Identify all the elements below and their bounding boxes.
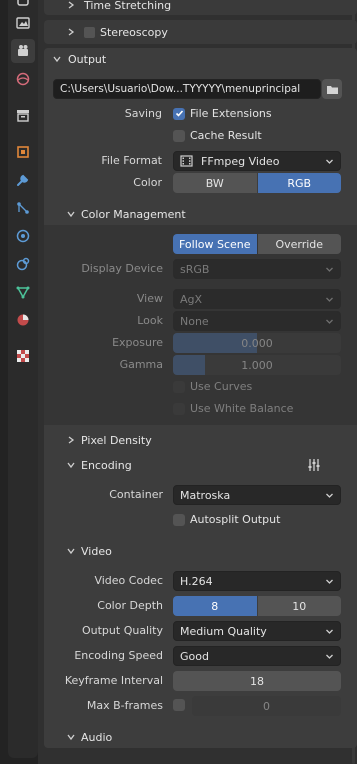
container-label: Container: [109, 488, 163, 501]
saving-label: Saving: [124, 107, 162, 120]
texture-icon[interactable]: [11, 344, 35, 368]
output-quality-label: Output Quality: [81, 624, 163, 637]
gamma-label: Gamma: [119, 358, 163, 371]
chevron-down-icon: [326, 493, 333, 498]
view-label: View: [136, 292, 163, 305]
stereoscopy-header[interactable]: Stereoscopy: [66, 21, 357, 43]
keyframe-interval-field[interactable]: 18: [173, 671, 341, 691]
pixel-density-header[interactable]: Pixel Density: [66, 429, 346, 451]
constraints-icon[interactable]: [11, 252, 35, 276]
chevron-right-icon: [68, 436, 75, 444]
file-extensions-checkbox[interactable]: File Extensions: [173, 107, 272, 120]
chevron-down-icon: [326, 654, 333, 659]
output-quality-dropdown[interactable]: Medium Quality: [173, 621, 341, 641]
chevron-down-icon: [67, 548, 75, 555]
stereoscopy-checkbox[interactable]: [84, 26, 95, 38]
data-icon[interactable]: [11, 280, 35, 304]
stereoscopy-panel: Stereoscopy: [44, 20, 357, 44]
presets-icon[interactable]: [306, 457, 322, 473]
chevron-down-icon: [326, 267, 333, 272]
color-management-header[interactable]: Color Management: [66, 203, 346, 225]
video-codec-label: Video Codec: [94, 574, 163, 587]
follow-scene-option[interactable]: Follow Scene: [173, 234, 257, 254]
physics-icon[interactable]: [11, 224, 35, 248]
browse-folder-button[interactable]: [322, 79, 342, 99]
cache-result-checkbox[interactable]: Cache Result: [173, 129, 262, 142]
chevron-down-icon: [326, 579, 333, 584]
encoding-speed-dropdown[interactable]: Good: [173, 646, 341, 666]
file-format-label: File Format: [101, 154, 162, 167]
color-depth-8-option[interactable]: 8: [173, 596, 257, 616]
view-transform-dropdown[interactable]: AgX: [173, 289, 341, 309]
autosplit-output-checkbox[interactable]: Autosplit Output: [173, 513, 280, 526]
keyframe-interval-label: Keyframe Interval: [64, 674, 163, 687]
output-icon[interactable]: [11, 39, 35, 63]
exposure-slider[interactable]: 0.000: [173, 333, 341, 353]
encoding-speed-label: Encoding Speed: [74, 649, 163, 662]
material-icon[interactable]: [11, 308, 35, 332]
checkmark-icon: [175, 110, 183, 117]
modifier-icon[interactable]: [11, 168, 35, 192]
video-header[interactable]: Video: [66, 540, 346, 562]
folder-icon: [326, 85, 338, 94]
color-bw-option[interactable]: BW: [173, 173, 257, 193]
max-bframes-checkbox[interactable]: [173, 699, 190, 711]
view-layer-icon[interactable]: [11, 67, 35, 91]
time-stretching-header[interactable]: Time Stretching: [66, 0, 357, 16]
max-bframes-label: Max B-frames: [86, 699, 163, 712]
chevron-down-icon: [326, 159, 333, 164]
encoding-header[interactable]: Encoding: [66, 454, 346, 476]
object-icon[interactable]: [11, 140, 35, 164]
use-white-balance-checkbox[interactable]: Use White Balance: [173, 402, 293, 415]
render-icon[interactable]: [11, 11, 35, 35]
chevron-right-icon: [68, 28, 75, 36]
display-device-label: Display Device: [81, 262, 163, 275]
properties-tab-bar: [0, 0, 38, 764]
color-label: Color: [133, 176, 162, 189]
output-path-field[interactable]: C:\Users\Usuario\Dow...TYYYYY\menuprinci…: [53, 79, 321, 99]
override-option[interactable]: Override: [257, 234, 341, 254]
container-dropdown[interactable]: Matroska: [173, 485, 341, 505]
video-codec-dropdown[interactable]: H.264: [173, 571, 341, 591]
gamma-slider[interactable]: 1.000: [173, 355, 341, 375]
chevron-down-icon: [67, 211, 75, 218]
look-dropdown[interactable]: None: [173, 311, 341, 331]
chevron-down-icon: [67, 734, 75, 741]
chevron-down-icon: [326, 629, 333, 634]
film-icon: [180, 155, 193, 167]
chevron-right-icon: [68, 1, 75, 9]
color-rgb-option[interactable]: RGB: [257, 173, 341, 193]
color-depth-10-option[interactable]: 10: [257, 596, 341, 616]
color-mode-toggle[interactable]: BW RGB: [173, 173, 341, 193]
color-depth-label: Color Depth: [97, 599, 163, 612]
file-format-dropdown[interactable]: FFmpeg Video: [173, 151, 341, 171]
look-label: Look: [137, 314, 163, 327]
scene-icon[interactable]: [11, 103, 35, 127]
exposure-label: Exposure: [112, 336, 163, 349]
chevron-down-icon: [326, 297, 333, 302]
use-curves-checkbox[interactable]: Use Curves: [173, 380, 252, 393]
chevron-down-icon: [67, 462, 75, 469]
color-depth-toggle[interactable]: 8 10: [173, 596, 341, 616]
max-bframes-field[interactable]: 0: [192, 696, 341, 716]
color-management-mode-toggle[interactable]: Follow Scene Override: [173, 234, 341, 254]
audio-header[interactable]: Audio: [66, 726, 346, 748]
particles-icon[interactable]: [11, 196, 35, 220]
chevron-down-icon: [53, 56, 61, 63]
time-stretching-panel: Time Stretching: [44, 0, 357, 15]
display-device-dropdown[interactable]: sRGB: [173, 259, 341, 279]
chevron-down-icon: [326, 319, 333, 324]
output-header[interactable]: Output: [52, 48, 352, 70]
